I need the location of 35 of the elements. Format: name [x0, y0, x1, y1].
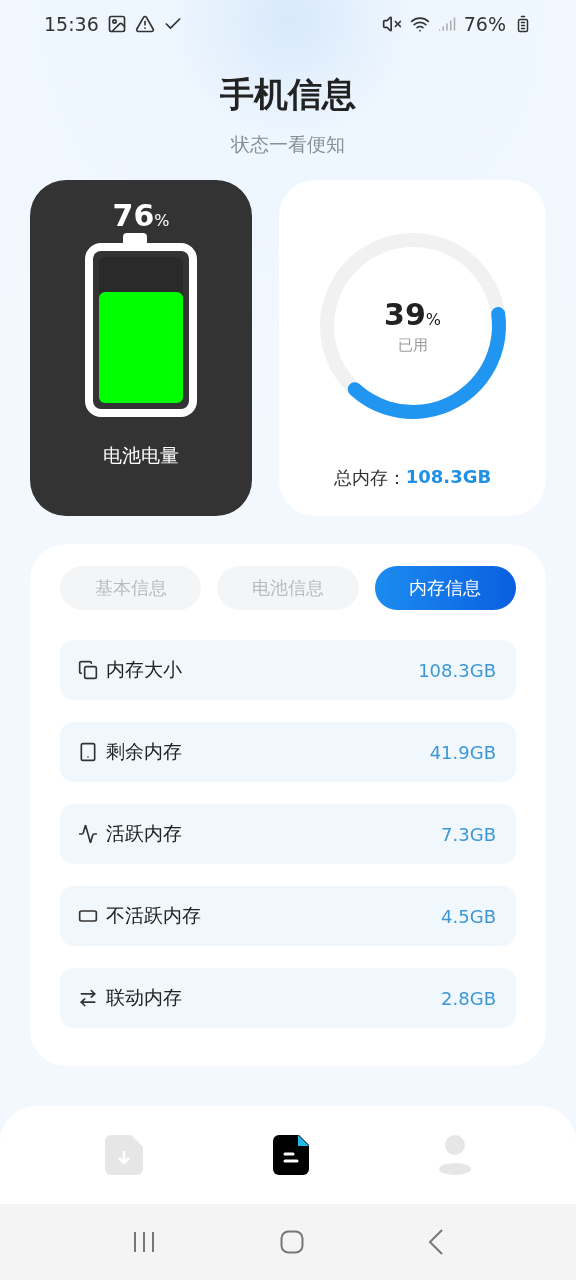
row-label: 不活跃内存 [106, 903, 202, 928]
battery-label: 电池电量 [103, 443, 179, 468]
image-icon [106, 14, 127, 34]
used-caption: 已用 [397, 336, 428, 355]
arrows-icon [78, 988, 98, 1008]
row-value: 41.9GB [429, 741, 496, 763]
status-time: 15:36 [44, 13, 99, 35]
battery-percent: 76% [463, 13, 506, 35]
back-icon[interactable] [428, 1229, 444, 1255]
row-label: 剩余内存 [106, 739, 183, 764]
total-memory-value: 108.3GB [405, 466, 492, 489]
battery-level-text: 76% [112, 198, 170, 233]
mute-icon [381, 14, 402, 34]
row-value: 4.5GB [441, 905, 496, 927]
row-label: 活跃内存 [106, 821, 183, 846]
info-tab[interactable]: 基本信息 [60, 566, 202, 610]
row-label: 联动内存 [106, 985, 183, 1010]
activity-icon [78, 824, 98, 844]
row-value: 2.8GB [441, 987, 496, 1009]
page-title: 手机信息 [220, 73, 356, 116]
row-value: 108.3GB [418, 659, 496, 681]
signal-icon [437, 15, 456, 33]
page-subtitle: 状态一看便知 [231, 132, 345, 157]
home-icon[interactable] [280, 1230, 304, 1254]
row-value: 7.3GB [441, 823, 496, 845]
copy-icon [78, 660, 98, 680]
recents-icon[interactable] [132, 1230, 156, 1254]
warning-icon [134, 14, 155, 34]
wifi-icon [409, 14, 430, 34]
info-tab[interactable]: 内存信息 [374, 566, 516, 610]
row-label: 内存大小 [106, 657, 183, 682]
tablet-icon [78, 742, 98, 762]
total-memory-label: 总内存： [333, 466, 406, 490]
info-tab[interactable]: 电池信息 [217, 566, 359, 610]
memory-percent: 39% [384, 297, 441, 332]
